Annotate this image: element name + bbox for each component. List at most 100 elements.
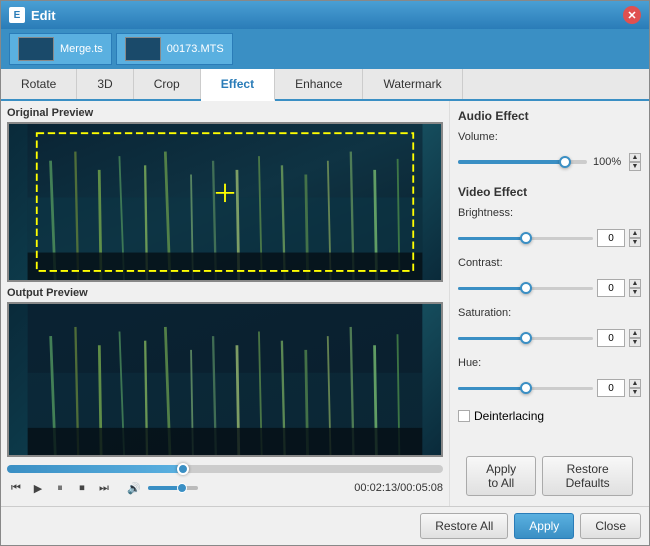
tab-3d[interactable]: 3D [77,69,133,99]
output-video-art [9,304,441,455]
original-preview-label: Original Preview [7,107,443,119]
volume-label: Volume: [458,131,523,143]
file-name-merge: Merge.ts [60,43,103,55]
apply-button[interactable]: Apply [514,513,574,539]
vol-thumb [177,483,187,493]
contrast-track [458,287,593,290]
original-preview-box [7,122,443,282]
left-panel: Original Preview [1,101,449,506]
volume-thumb [559,156,571,168]
saturation-slider-row: 0 ▲ ▼ [458,329,641,347]
volume-row: Volume: [458,131,641,143]
brightness-fill [458,237,526,240]
brightness-spin[interactable]: ▲ ▼ [629,229,641,247]
file-item-merge[interactable]: Merge.ts [9,33,112,65]
contrast-slider[interactable] [458,281,593,295]
playback-bar[interactable] [7,465,443,473]
playback-thumb[interactable] [177,463,189,475]
hue-slider[interactable] [458,381,593,395]
app-icon: E [9,7,25,23]
contrast-up-btn[interactable]: ▲ [629,279,641,288]
time-display: 00:02:13/00:05:08 [354,482,443,494]
hue-value[interactable]: 0 [597,379,625,397]
hue-slider-row: 0 ▲ ▼ [458,379,641,397]
window-title: Edit [31,8,623,23]
original-video-art [9,124,441,280]
hue-track [458,387,593,390]
main-content: Original Preview [1,101,649,506]
volume-slider[interactable] [148,486,198,490]
skip-forward-button[interactable]: ⏭ [95,479,113,497]
file-item-mts[interactable]: 00173.MTS [116,33,233,65]
video-effect-title: Video Effect [458,185,641,199]
close-window-button[interactable]: ✕ [623,6,641,24]
hue-spin[interactable]: ▲ ▼ [629,379,641,397]
volume-slider-row: 100% ▲ ▼ [458,153,641,171]
tabs-bar: Rotate 3D Crop Effect Enhance Watermark [1,69,649,101]
contrast-spin[interactable]: ▲ ▼ [629,279,641,297]
volume-up-btn[interactable]: ▲ [629,153,641,162]
controls-row: ⏮ ▶ ⏸ ⏹ ⏭ 🔊 00:02:13/00:05:08 [7,476,443,500]
file-name-mts: 00173.MTS [167,43,224,55]
tab-enhance[interactable]: Enhance [275,69,363,99]
edit-window: E Edit ✕ Merge.ts 00173.MTS Rotate 3D Cr… [0,0,650,546]
restore-all-button[interactable]: Restore All [420,513,508,539]
hue-down-btn[interactable]: ▼ [629,388,641,397]
brightness-slider[interactable] [458,231,593,245]
close-button[interactable]: Close [580,513,641,539]
saturation-value[interactable]: 0 [597,329,625,347]
tab-crop[interactable]: Crop [134,69,201,99]
contrast-row: Contrast: [458,257,641,269]
saturation-slider[interactable] [458,331,593,345]
brightness-track [458,237,593,240]
tab-rotate[interactable]: Rotate [1,69,77,99]
brightness-down-btn[interactable]: ▼ [629,238,641,247]
brightness-slider-row: 0 ▲ ▼ [458,229,641,247]
saturation-spin[interactable]: ▲ ▼ [629,329,641,347]
brightness-thumb [520,232,532,244]
contrast-slider-row: 0 ▲ ▼ [458,279,641,297]
volume-down-btn[interactable]: ▼ [629,162,641,171]
playback-progress [7,465,181,473]
saturation-down-btn[interactable]: ▼ [629,338,641,347]
hue-label: Hue: [458,357,523,369]
contrast-fill [458,287,526,290]
brightness-up-btn[interactable]: ▲ [629,229,641,238]
hue-fill [458,387,526,390]
tab-watermark[interactable]: Watermark [363,69,462,99]
pause-button[interactable]: ⏸ [51,479,69,497]
saturation-up-btn[interactable]: ▲ [629,329,641,338]
hue-up-btn[interactable]: ▲ [629,379,641,388]
right-panel: Audio Effect Volume: 100% ▲ ▼ Video Effe… [449,101,649,506]
brightness-row: Brightness: [458,207,641,219]
contrast-down-btn[interactable]: ▼ [629,288,641,297]
brightness-value[interactable]: 0 [597,229,625,247]
file-bar: Merge.ts 00173.MTS [1,29,649,69]
tab-effect[interactable]: Effect [201,69,275,101]
volume-track[interactable] [458,160,587,164]
volume-spin[interactable]: ▲ ▼ [629,153,641,171]
bottom-buttons: Restore All Apply Close [1,506,649,545]
apply-to-all-button[interactable]: Apply to All [466,456,536,496]
deinterlace-checkbox[interactable] [458,410,470,422]
volume-icon: 🔊 [127,482,141,495]
contrast-value[interactable]: 0 [597,279,625,297]
volume-value: 100% [593,156,623,168]
stop-button[interactable]: ⏹ [73,479,91,497]
apply-restore-row: Apply to All Restore Defaults [458,452,641,498]
output-preview-label: Output Preview [7,287,443,299]
original-video [9,124,441,280]
file-thumb-merge [18,37,54,61]
saturation-track [458,337,593,340]
restore-defaults-button[interactable]: Restore Defaults [542,456,633,496]
hue-row: Hue: [458,357,641,369]
play-button[interactable]: ▶ [29,479,47,497]
output-video [9,304,441,455]
contrast-label: Contrast: [458,257,523,269]
volume-fill [458,160,561,164]
deinterlace-row: Deinterlacing [458,409,641,423]
skip-back-button[interactable]: ⏮ [7,479,25,497]
file-thumb-mts [125,37,161,61]
saturation-fill [458,337,526,340]
audio-effect-title: Audio Effect [458,109,641,123]
